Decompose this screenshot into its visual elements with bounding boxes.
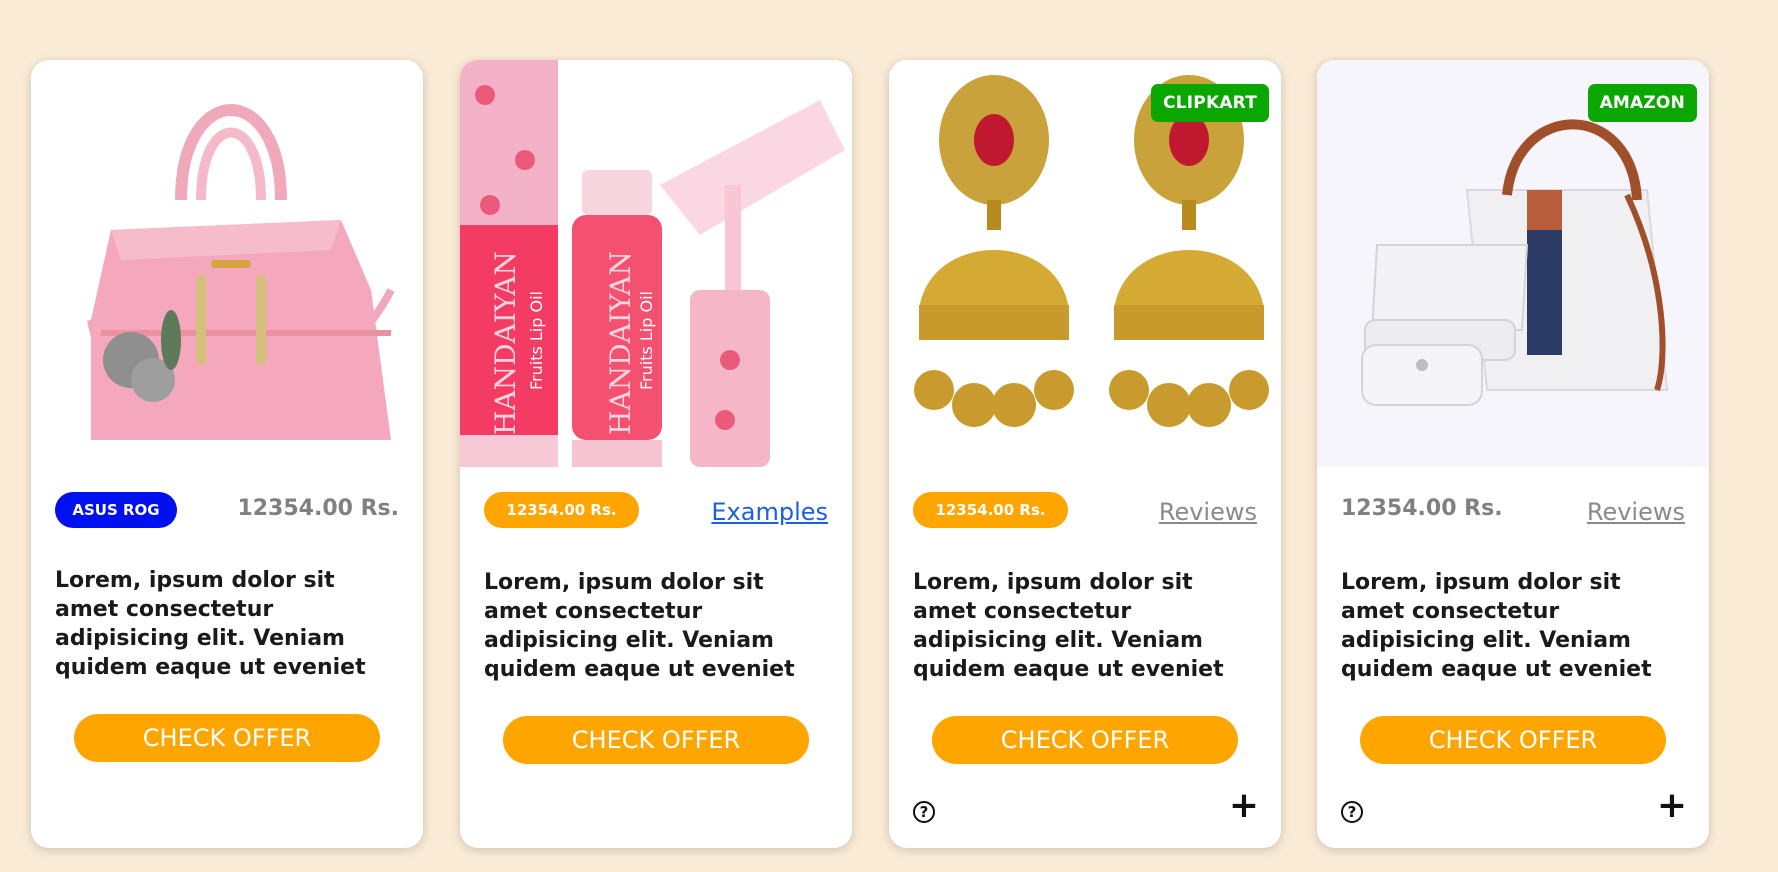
check-offer-button[interactable]: CHECK OFFER <box>74 714 380 762</box>
plus-icon[interactable]: + <box>1229 788 1259 824</box>
product-image-pink-handbag[interactable] <box>31 60 423 467</box>
product-brand-text: HANDAIYAN <box>489 251 522 435</box>
product-description: Lorem, ipsum dolor sit amet consectetur … <box>1341 570 1652 682</box>
lip-oil-illustration: HANDAIYAN Fruits Lip Oil HANDAIYAN Fruit… <box>460 60 852 467</box>
product-card-2: HANDAIYAN Fruits Lip Oil HANDAIYAN Fruit… <box>460 60 852 848</box>
price-tag: 12354.00 Rs. <box>484 492 639 528</box>
product-card-3: CLIPKART 12354.00 Rs. Reviews Lorem, ips… <box>889 60 1281 848</box>
price: 12354.00 Rs. <box>237 496 399 521</box>
product-subtext: Fruits Lip Oil <box>527 291 546 390</box>
check-offer-button[interactable]: CHECK OFFER <box>503 716 809 764</box>
check-offer-button[interactable]: CHECK OFFER <box>932 716 1238 764</box>
meta-row: 12354.00 Rs. Examples <box>484 492 828 532</box>
product-subtext-2: Fruits Lip Oil <box>637 291 656 390</box>
product-card-4: AMAZON 12354.00 Rs. Reviews Lorem, ipsum… <box>1317 60 1709 848</box>
meta-row: ASUS ROG 12354.00 Rs. <box>55 492 399 532</box>
product-brand-text-2: HANDAIYAN <box>604 251 637 435</box>
reviews-link[interactable]: Reviews <box>1159 498 1257 526</box>
product-image-white-handbag-set[interactable]: AMAZON <box>1317 60 1709 467</box>
meta-row: 12354.00 Rs. Reviews <box>913 492 1257 532</box>
product-image-lip-oil[interactable]: HANDAIYAN Fruits Lip Oil HANDAIYAN Fruit… <box>460 60 852 467</box>
brand-tag: ASUS ROG <box>55 492 177 528</box>
product-description: Lorem, ipsum dolor sit amet consectetur … <box>913 570 1224 682</box>
product-card-1: ASUS ROG 12354.00 Rs. Lorem, ipsum dolor… <box>31 60 423 848</box>
meta-row: 12354.00 Rs. Reviews <box>1341 492 1685 532</box>
check-offer-button[interactable]: CHECK OFFER <box>1360 716 1666 764</box>
product-description: Lorem, ipsum dolor sit amet consectetur … <box>484 570 795 682</box>
product-description: Lorem, ipsum dolor sit amet consectetur … <box>55 568 366 680</box>
pink-handbag-illustration <box>31 60 423 467</box>
product-image-gold-earrings[interactable]: CLIPKART <box>889 60 1281 467</box>
store-badge: CLIPKART <box>1151 84 1269 122</box>
examples-link[interactable]: Examples <box>711 498 828 526</box>
reviews-link[interactable]: Reviews <box>1587 498 1685 526</box>
plus-icon[interactable]: + <box>1657 788 1687 824</box>
price-tag: 12354.00 Rs. <box>913 492 1068 528</box>
question-circle-icon[interactable]: ? <box>913 801 935 823</box>
question-circle-icon[interactable]: ? <box>1341 801 1363 823</box>
price: 12354.00 Rs. <box>1341 496 1503 521</box>
store-badge: AMAZON <box>1587 84 1697 122</box>
